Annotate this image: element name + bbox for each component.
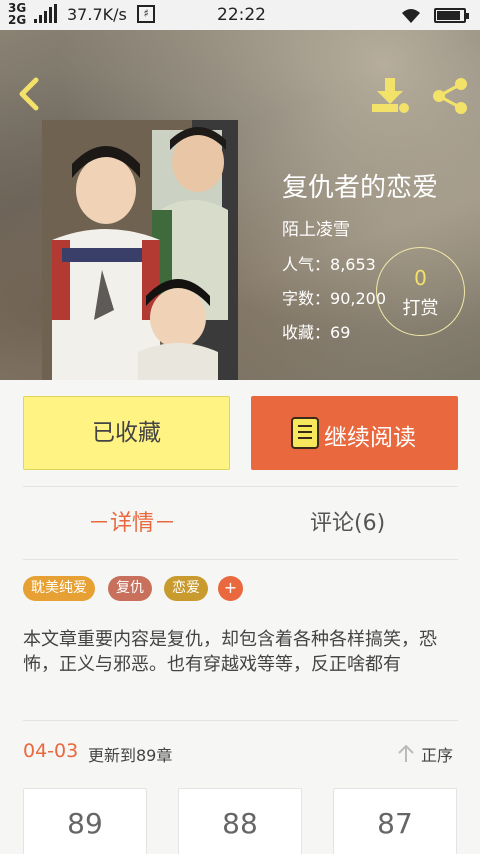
- share-icon[interactable]: [430, 76, 470, 116]
- favorited-button[interactable]: 已收藏: [23, 396, 230, 470]
- popularity-label: 人气：: [282, 255, 331, 274]
- battery-level: [437, 11, 461, 20]
- sim-card-icon: ♯: [137, 5, 155, 23]
- book-header: 复仇者的恋爱 陌上凌雪 人气：8,653 字数：90,200 收藏：69 0 打…: [0, 30, 480, 380]
- update-date: 04-03: [23, 740, 79, 762]
- divider: [23, 720, 458, 721]
- wifi-icon: [402, 9, 420, 23]
- book-icon: [291, 417, 319, 449]
- tab-comments[interactable]: 评论(6): [310, 505, 385, 537]
- word-count-stat: 字数：90,200: [282, 285, 386, 309]
- continue-reading-label: 继续阅读: [324, 425, 416, 451]
- download-icon[interactable]: [370, 76, 410, 114]
- update-text: 更新到89章: [88, 746, 173, 765]
- favorites-stat: 收藏：69: [282, 319, 350, 343]
- divider: [23, 486, 458, 487]
- status-bar: 3G 2G 37.7K/s ♯ 22:22: [0, 0, 480, 30]
- tag-chip[interactable]: 恋爱: [164, 576, 208, 601]
- battery-icon: [434, 8, 469, 23]
- add-tag-button[interactable]: +: [218, 576, 243, 601]
- chapter-button[interactable]: 88: [178, 788, 302, 854]
- tip-label: 打赏: [402, 298, 439, 319]
- favorites-value: 69: [330, 323, 351, 342]
- popularity-stat: 人气：8,653: [282, 251, 376, 275]
- chapter-button[interactable]: 87: [333, 788, 457, 854]
- popularity-value: 8,653: [330, 255, 376, 274]
- book-cover-image: [42, 120, 238, 380]
- chevron-left-icon[interactable]: [14, 76, 44, 112]
- favorites-label: 收藏：: [282, 323, 331, 342]
- network-type: 3G 2G: [8, 1, 27, 27]
- tag-chip[interactable]: 复仇: [108, 576, 152, 601]
- chapter-button[interactable]: 89: [23, 788, 147, 854]
- book-description: 本文章重要内容是复仇，却包含着各种各样搞笑，恐怖，正义与邪恶。也有穿越戏等等，反…: [23, 629, 437, 675]
- clock: 22:22: [217, 5, 266, 25]
- book-title: 复仇者的恋爱: [282, 173, 439, 203]
- sort-order-label: 正序: [421, 746, 454, 765]
- book-author[interactable]: 陌上凌雪: [282, 215, 350, 240]
- tag-chip[interactable]: 耽美纯爱: [23, 576, 95, 601]
- arrow-up-icon: [398, 744, 414, 762]
- tab-details[interactable]: －详情－: [88, 505, 176, 537]
- tip-button[interactable]: 0 打赏: [376, 247, 465, 336]
- tip-count: 0: [414, 266, 427, 290]
- divider: [23, 559, 458, 560]
- continue-reading-button[interactable]: 继续阅读: [251, 396, 458, 470]
- network-speed: 37.7K/s: [67, 5, 127, 24]
- signal-icon: [34, 4, 57, 23]
- word-count-label: 字数：: [282, 289, 331, 308]
